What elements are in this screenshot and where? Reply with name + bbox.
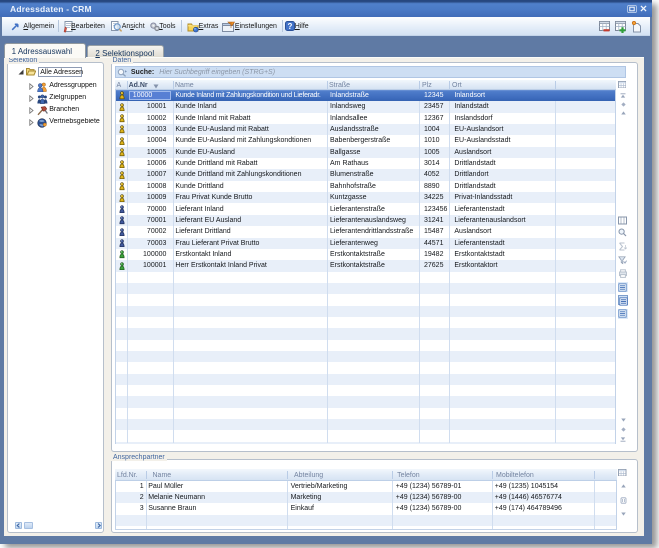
svg-text:?: ? — [287, 22, 292, 31]
